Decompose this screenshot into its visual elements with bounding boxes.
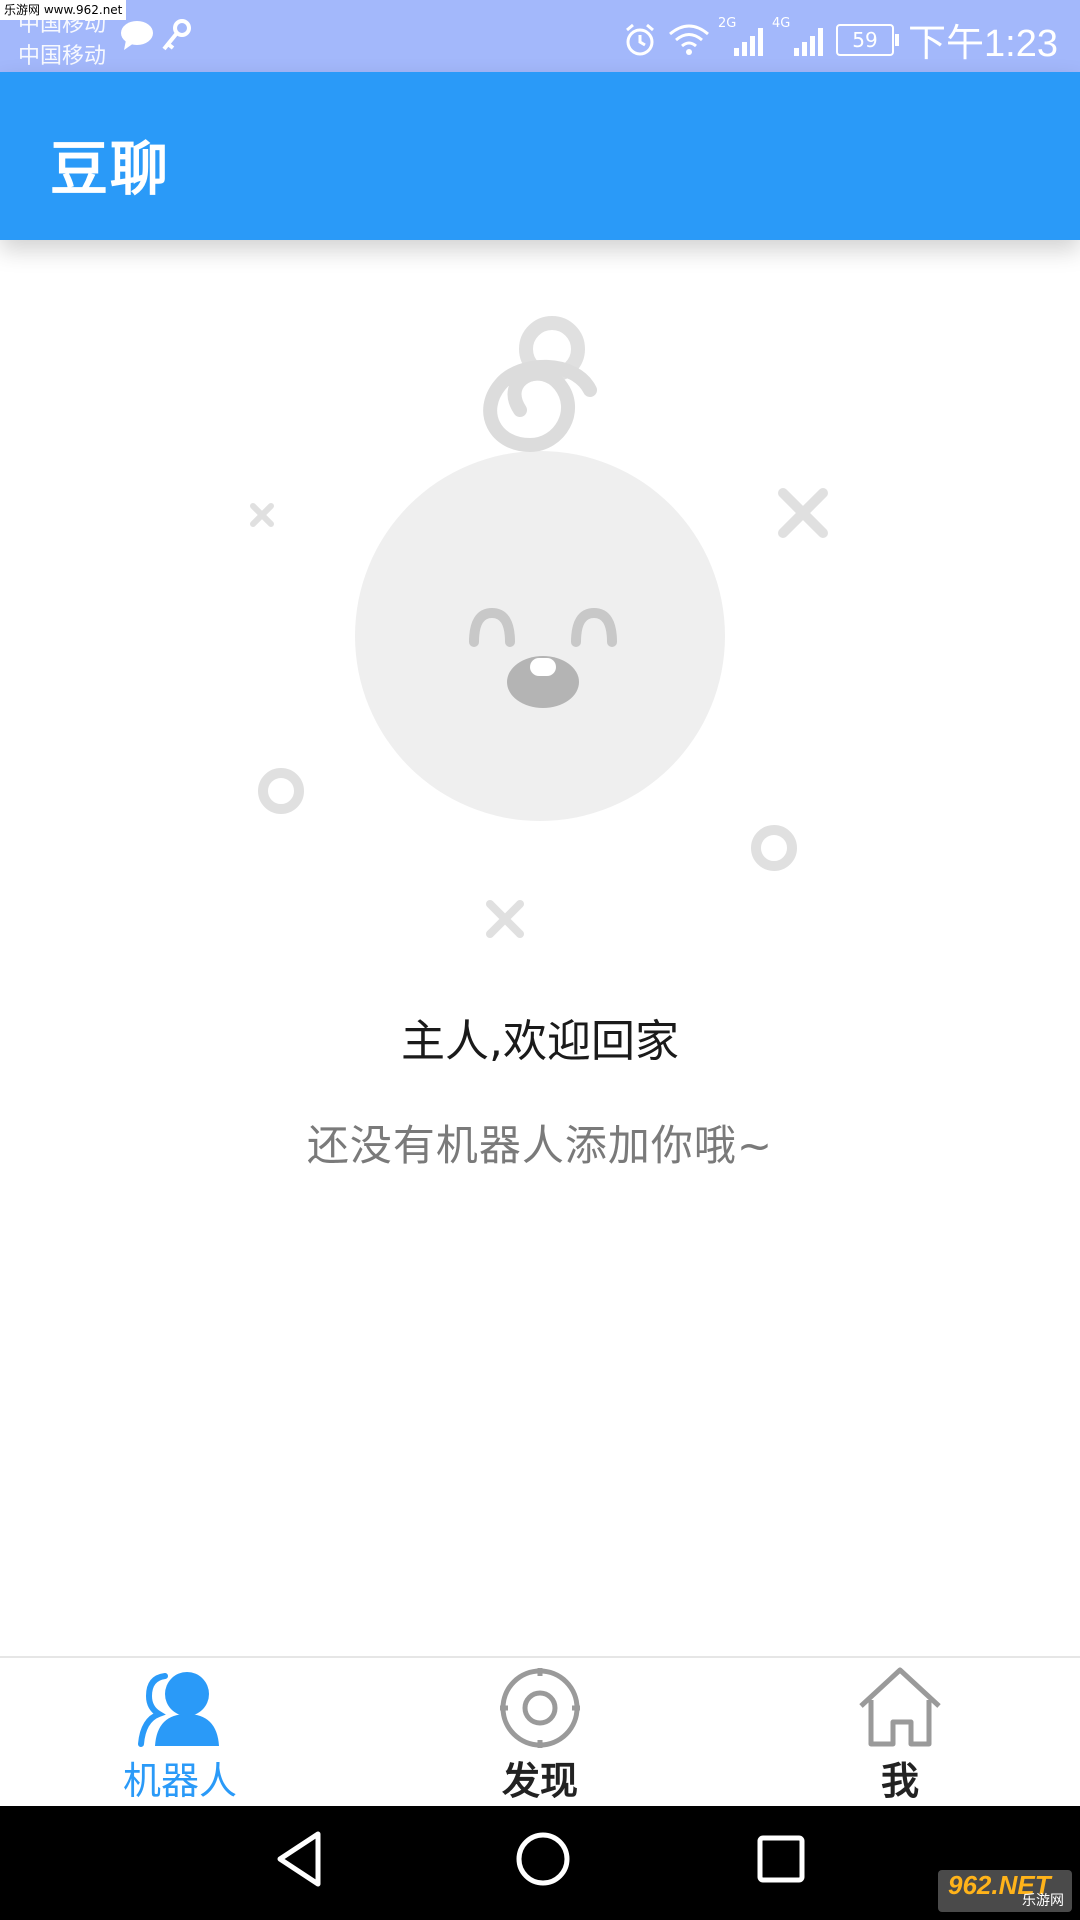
empty-state-illustration [0,240,1080,1000]
back-button[interactable] [270,1826,330,1896]
baby-face-icon [355,451,725,821]
recents-square-icon [757,1835,805,1883]
app-title: 豆聊 [50,135,171,203]
discover-target-icon [495,1664,585,1752]
tab-me[interactable]: 我 [720,1658,1080,1808]
tab-discover-label: 发现 [501,1759,578,1803]
alarm-icon [626,23,654,55]
carrier-1: 中国移动 [18,12,107,37]
signal-2-icon: 4G [772,16,828,60]
signal-1-icon: 2G [718,16,768,60]
status-right: 2G 4G 59 下午1:23 [622,12,1058,67]
spiral-hair [483,359,597,453]
back-triangle-icon [277,1831,321,1887]
message-icon [121,21,153,50]
wifi-icon [669,24,709,55]
home-button[interactable] [510,1826,576,1896]
welcome-title: 主人,欢迎回家 [401,1016,679,1067]
bottom-nav: 机器人 发现 我 [0,1656,1080,1808]
tab-robot[interactable]: 机器人 [0,1658,360,1808]
battery-indicator: 59 [836,23,900,56]
tab-me-label: 我 [880,1759,919,1803]
app-bar: 豆聊 [0,72,1080,240]
cross-decoration [778,488,828,538]
status-time: 下午1:23 [908,23,1058,65]
recents-button[interactable] [748,1826,814,1896]
watermark-bottom: 962.NET 乐游网 [938,1870,1072,1912]
key-icon [162,19,191,51]
tab-discover[interactable]: 发现 [360,1658,720,1808]
status-bar: 乐游网 www.962.net 中国移动 中国移动 2G 4G 59 下午1:2… [0,0,1080,72]
cross-decoration [486,900,524,938]
home-circle-icon [516,1832,570,1886]
empty-hint-text: 还没有机器人添加你哦~ [306,1121,774,1170]
tab-robot-label: 机器人 [122,1759,237,1803]
system-nav-bar: 962.NET 乐游网 [0,1806,1080,1920]
ring-decoration [751,825,797,871]
robot-person-icon [135,1664,225,1752]
cross-decoration [250,503,274,527]
status-notification-icons [120,16,200,60]
carrier-2: 中国移动 [18,44,107,69]
watermark-site: 乐游网 [1022,1892,1064,1908]
home-icon [855,1664,945,1752]
ring-decoration [258,768,304,814]
